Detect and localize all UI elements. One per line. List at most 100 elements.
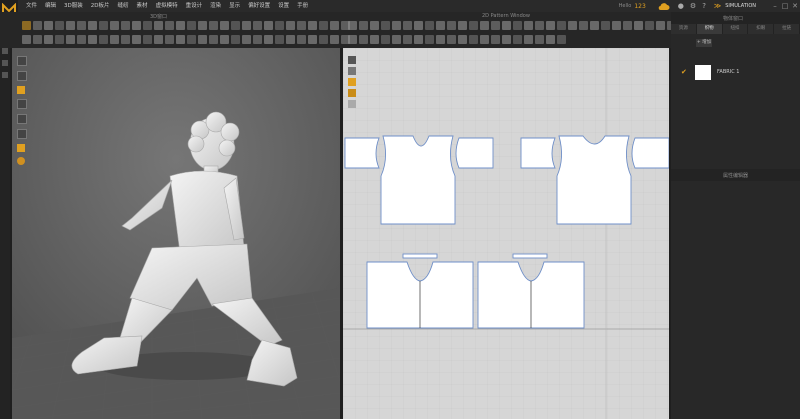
tb-row-4-tool-icon-10[interactable] [458,35,467,44]
tb-row-3-tool-icon-19[interactable] [557,21,566,30]
tb-row-1-tool-icon-11[interactable] [143,21,152,30]
tb-row-4-tool-icon-14[interactable] [502,35,511,44]
tb-row-2-tool-icon-14[interactable] [176,35,185,44]
tb-row-2-tool-icon-24[interactable] [286,35,295,44]
viewport-3d-canvas[interactable] [12,48,340,419]
tb-row-4-tool-icon-0[interactable] [348,35,357,44]
tb-row-2-tool-icon-18[interactable] [220,35,229,44]
tb-row-3-tool-icon-14[interactable] [502,21,511,30]
tab-1[interactable]: 织物 [696,24,723,34]
tb-row-4-tool-icon-13[interactable] [491,35,500,44]
menu-item-11[interactable]: 设置 [274,0,293,12]
minimize-button[interactable]: – [770,2,780,10]
tb-row-1-tool-icon-2[interactable] [44,21,53,30]
menu-item-3[interactable]: 2D板片 [87,0,114,12]
tb-row-1-tool-icon-20[interactable] [242,21,251,30]
tb-row-4-tool-icon-3[interactable] [381,35,390,44]
settings-icon[interactable]: ⚙ [690,2,696,10]
tb-row-1-tool-icon-13[interactable] [165,21,174,30]
tb-row-1-tool-icon-17[interactable] [209,21,218,30]
tb-row-1-tool-icon-22[interactable] [264,21,273,30]
tb-row-3-tool-icon-1[interactable] [359,21,368,30]
tb-row-1-tool-icon-18[interactable] [220,21,229,30]
tb-row-1-tool-icon-26[interactable] [308,21,317,30]
tb-row-4-tool-icon-15[interactable] [513,35,522,44]
tb-row-2-tool-icon-26[interactable] [308,35,317,44]
tb-row-4-tool-icon-4[interactable] [392,35,401,44]
tb-row-2-tool-icon-7[interactable] [99,35,108,44]
tb-row-1-tool-icon-21[interactable] [253,21,262,30]
tb-row-2-tool-icon-2[interactable] [44,35,53,44]
avatar-tool-icon[interactable] [17,71,27,81]
close-button[interactable]: ✕ [790,2,800,10]
pin-tool-icon[interactable] [17,86,25,94]
menu-item-9[interactable]: 显示 [225,0,244,12]
tb-row-3-tool-icon-17[interactable] [535,21,544,30]
tb-row-2-tool-icon-16[interactable] [198,35,207,44]
tb-row-2-tool-icon-12[interactable] [154,35,163,44]
tb-row-1-tool-icon-4[interactable] [66,21,75,30]
menu-item-2[interactable]: 3D服装 [60,0,87,12]
tb-row-3-tool-icon-28[interactable] [656,21,665,30]
viewport-3d[interactable] [12,48,340,419]
menu-item-8[interactable]: 渲染 [206,0,225,12]
tb-row-3-tool-icon-21[interactable] [579,21,588,30]
view-tool-icon[interactable] [17,56,27,66]
tb-row-2-tool-icon-8[interactable] [110,35,119,44]
tb-row-3-tool-icon-26[interactable] [634,21,643,30]
tb-row-3-tool-icon-0[interactable] [348,21,357,30]
sun-tool-icon[interactable] [17,157,25,165]
simulation-button[interactable]: SIMULATION [725,3,756,9]
tb-row-1-tool-icon-25[interactable] [297,21,306,30]
tb-row-2-tool-icon-28[interactable] [330,35,339,44]
tb-row-3-tool-icon-23[interactable] [601,21,610,30]
tb-row-3-tool-icon-22[interactable] [590,21,599,30]
edit-pattern-icon[interactable] [348,56,356,64]
menu-item-1[interactable]: 编辑 [41,0,60,12]
tab-4[interactable]: 拉链 [774,24,800,34]
tb-row-2-tool-icon-11[interactable] [143,35,152,44]
tb-row-4-tool-icon-1[interactable] [359,35,368,44]
fabric-list-item[interactable]: ✔ FABRIC 1 [671,62,800,82]
tb-row-1-tool-icon-6[interactable] [88,21,97,30]
tb-row-2-tool-icon-1[interactable] [33,35,42,44]
modular-icon[interactable] [2,72,8,78]
measure-tool-icon[interactable] [17,129,27,139]
tb-row-4-tool-icon-16[interactable] [524,35,533,44]
tab-3[interactable]: 扣眼 [748,24,775,34]
light-tool-icon[interactable] [17,144,25,152]
tb-row-1-tool-icon-27[interactable] [319,21,328,30]
move-tool-icon[interactable] [17,99,27,109]
tb-row-2-tool-icon-19[interactable] [231,35,240,44]
tab-2[interactable]: 纽扣 [723,24,749,34]
tb-row-2-tool-icon-23[interactable] [275,35,284,44]
tb-row-3-tool-icon-4[interactable] [392,21,401,30]
tb-row-1-tool-icon-24[interactable] [286,21,295,30]
tb-row-1-tool-icon-5[interactable] [77,21,86,30]
tb-row-2-tool-icon-13[interactable] [165,35,174,44]
tb-row-3-tool-icon-6[interactable] [414,21,423,30]
menu-item-10[interactable]: 偏好设置 [244,0,274,12]
tb-row-2-tool-icon-3[interactable] [55,35,64,44]
tb-row-2-tool-icon-6[interactable] [88,35,97,44]
tb-row-3-tool-icon-12[interactable] [480,21,489,30]
help-icon[interactable]: ? [702,2,706,10]
tb-row-1-tool-icon-23[interactable] [275,21,284,30]
fabric-icon[interactable] [348,100,356,108]
tb-row-3-tool-icon-25[interactable] [623,21,632,30]
tb-row-3-tool-icon-5[interactable] [403,21,412,30]
tb-row-1-tool-icon-15[interactable] [187,21,196,30]
tb-row-4-tool-icon-9[interactable] [447,35,456,44]
tb-row-4-tool-icon-18[interactable] [546,35,555,44]
menu-item-12[interactable]: 手册 [293,0,312,12]
tb-row-3-tool-icon-27[interactable] [645,21,654,30]
tb-row-2-tool-icon-4[interactable] [66,35,75,44]
viewport-2d-canvas[interactable] [343,48,669,419]
tb-row-4-tool-icon-19[interactable] [557,35,566,44]
texture-icon[interactable] [348,89,356,97]
menu-item-6[interactable]: 虚拟模特 [152,0,182,12]
tb-row-2-tool-icon-20[interactable] [242,35,251,44]
tb-row-3-tool-icon-3[interactable] [381,21,390,30]
menu-item-7[interactable]: 重设计 [182,0,207,12]
tb-row-4-tool-icon-17[interactable] [535,35,544,44]
